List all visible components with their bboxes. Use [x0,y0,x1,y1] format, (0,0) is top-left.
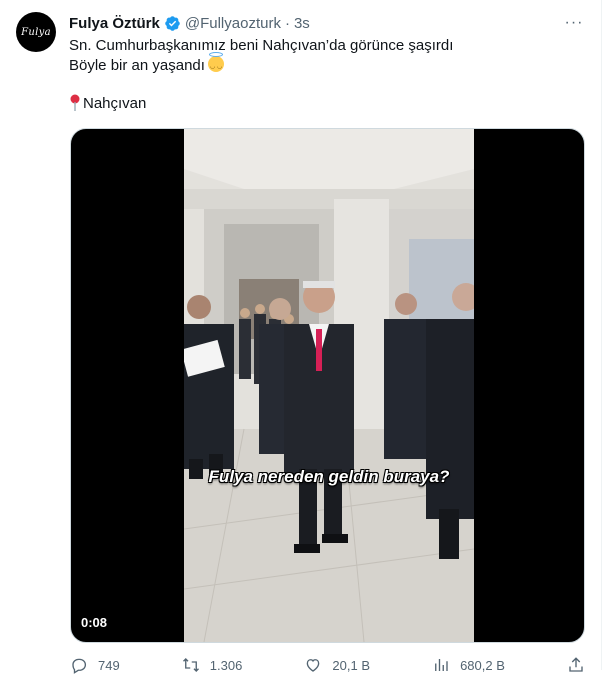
tweet-text: Sn. Cumhurbaşkanımız beni Nahçıvan’da gö… [69,36,584,77]
video-duration: 0:08 [81,615,108,630]
avatar[interactable]: Fulya [16,12,56,52]
separator-dot: · [284,14,290,32]
views-count: 680,2 B [460,657,505,673]
tweet-text-line-1: Sn. Cumhurbaşkanımız beni Nahçıvan’da gö… [69,37,454,54]
video-player[interactable]: Fulya nereden geldin buraya? 0:08 [70,128,585,643]
views-button[interactable]: 680,2 B [432,656,505,674]
more-options-label: ··· [564,14,584,31]
round-pushpin-icon [70,94,80,111]
like-button[interactable]: 20,1 B [304,656,370,674]
reply-count: 749 [98,657,120,673]
retweet-icon [182,658,199,672]
tweet-text-line-2: Böyle bir an yaşandı [69,52,584,77]
reply-button[interactable]: 749 [70,656,120,674]
tweet[interactable]: Fulya Fulya Öztürk @Fullyaozturk · 3s ··… [0,0,602,674]
views-chart-icon [435,659,448,671]
verified-badge-icon [165,15,180,31]
reply-icon [72,658,87,674]
video-caption: Fulya nereden geldin buraya? [208,467,450,486]
author-name[interactable]: Fulya Öztürk [69,15,160,32]
retweet-button[interactable]: 1.306 [182,656,243,674]
share-button[interactable] [567,656,585,674]
share-icon [569,657,583,672]
action-bar: 749 1.306 20,1 B 680,2 B [70,652,585,678]
location-text: Nahçıvan [83,94,147,112]
author-handle[interactable]: @Fullyaozturk [185,15,281,32]
tweet-header: Fulya Öztürk @Fullyaozturk · 3s [69,13,310,33]
location-line: Nahçıvan [69,94,146,112]
retweet-count: 1.306 [209,657,243,673]
video-still-image [184,129,474,642]
tweet-text-line-2-text: Böyle bir an yaşandı [69,57,205,74]
video-frame: Fulya nereden geldin buraya? [184,129,474,642]
tweet-time[interactable]: 3s [294,15,310,32]
heart-icon [307,659,320,672]
avatar-text: Fulya [21,26,51,38]
more-options-icon[interactable]: ··· [563,12,585,34]
like-count: 20,1 B [332,657,370,673]
smiling-face-with-halo-icon [207,52,224,77]
